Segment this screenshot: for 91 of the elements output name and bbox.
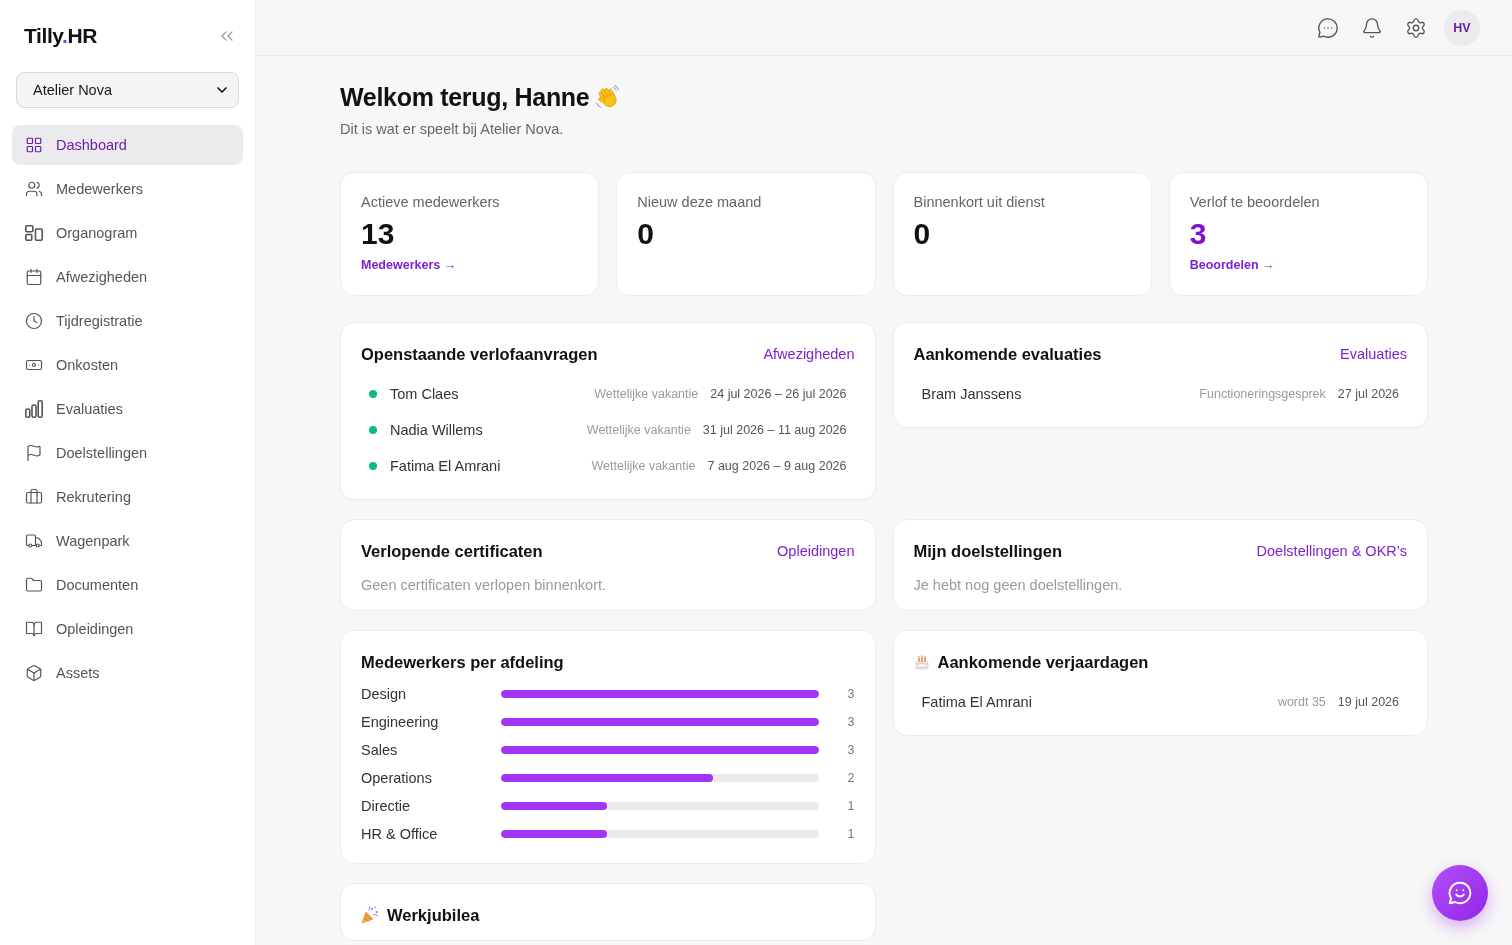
empty-message: Geen certificaten verlopen binnenkort. (361, 576, 608, 595)
stat-link[interactable]: Medewerkers → (361, 258, 457, 272)
employee-name: Nadia Willems (390, 422, 484, 438)
welcome-subtitle: Dit is wat er speelt bij Atelier Nova. (340, 120, 565, 139)
employee-count: 1 (846, 827, 855, 841)
sidebar-item[interactable]: Doelstellingen (12, 433, 243, 473)
employee-count: 2 (846, 771, 855, 785)
card-title: Verlopende certificaten (361, 541, 543, 561)
employee-name: Fatima El Amrani (921, 694, 1033, 710)
leave-type: Wettelijke vakantie (586, 423, 691, 437)
company-select[interactable]: Atelier Nova (16, 72, 239, 108)
calendar-icon (25, 268, 43, 286)
section-link[interactable]: Opleidingen (777, 543, 855, 559)
flag-icon (25, 444, 43, 462)
leave-type: Wettelijke vakantie (594, 387, 699, 401)
card-title: Aankomende verjaardagen (937, 652, 1149, 672)
org-chart-icon (25, 224, 43, 242)
sidebar-item[interactable]: Opleidingen (12, 609, 243, 649)
empty-message: Je hebt nog geen doelstellingen. (913, 576, 1124, 595)
card-title: Openstaande verlofaanvragen (361, 344, 598, 364)
card-title: Werkjubilea (387, 905, 480, 925)
department-name: Directie (361, 798, 412, 814)
leave-period: 31 jul 2026 – 11 aug 2026 (702, 423, 847, 437)
sidebar-item[interactable]: Afwezigheden (12, 257, 243, 297)
book-icon (25, 620, 43, 638)
department-name: HR & Office (361, 826, 439, 842)
users-icon (25, 180, 43, 198)
section-link[interactable]: Evaluaties (1340, 346, 1407, 362)
stat-link[interactable]: Beoordelen → (1189, 258, 1275, 272)
chat-fab[interactable] (1432, 865, 1488, 921)
stat-label: Nieuw deze maand (637, 193, 763, 212)
app-logo: Tilly.HR (24, 24, 98, 48)
section-link[interactable]: Doelstellingen & OKR’s (1256, 543, 1407, 559)
sidebar-item[interactable]: Organogram (12, 213, 243, 253)
sidebar-item[interactable]: Dashboard (12, 125, 243, 165)
truck-icon (25, 532, 43, 550)
stat-value: 3 (1189, 218, 1208, 250)
chat-bubble-icon (1317, 16, 1339, 39)
department-name: Engineering (361, 714, 440, 730)
department-name: Operations (361, 770, 433, 786)
status-dot-icon (369, 462, 377, 470)
employee-name: Tom Claes (390, 386, 460, 402)
employee-name: Bram Janssens (921, 386, 1023, 402)
stat-label: Binnenkort uit dienst (913, 193, 1046, 212)
card-title: Aankomende evaluaties (913, 344, 1102, 364)
employee-count: 3 (846, 687, 855, 701)
grid-icon (25, 136, 43, 154)
stat-value: 0 (913, 218, 932, 250)
sidebar-item[interactable]: Rekrutering (12, 477, 243, 517)
sidebar-item[interactable]: Onkosten (12, 345, 243, 385)
party-popper-icon (361, 906, 379, 924)
leave-period: 24 jul 2026 – 26 jul 2026 (710, 387, 847, 401)
waving-hand-icon (595, 84, 622, 110)
leave-period: 7 aug 2026 – 9 aug 2026 (707, 459, 847, 473)
department-name: Design (361, 686, 408, 702)
sidebar-item[interactable]: Documenten (12, 565, 243, 605)
stat-value: 13 (361, 218, 396, 250)
birthday-date: 19 jul 2026 (1337, 695, 1399, 709)
section-link[interactable]: Afwezigheden (763, 346, 855, 362)
department-name: Sales (361, 742, 399, 758)
briefcase-icon (25, 488, 43, 506)
user-avatar[interactable]: HV (1444, 9, 1480, 46)
birthday-age: wordt 35 (1277, 695, 1326, 709)
sidebar-item[interactable]: Tijdregistratie (12, 301, 243, 341)
stat-label: Actieve medewerkers (361, 193, 501, 212)
evaluation-date: 27 jul 2026 (1337, 387, 1399, 401)
bell-icon (1361, 16, 1383, 39)
status-dot-icon (369, 390, 377, 398)
folder-icon (25, 576, 43, 594)
settings-icon (1405, 16, 1427, 39)
evaluation-type: Functioneringsgesprek (1199, 387, 1326, 401)
clock-icon (25, 312, 43, 330)
stat-value: 0 (637, 218, 655, 250)
leave-type: Wettelijke vakantie (591, 459, 696, 473)
sidebar-item[interactable]: Wagenpark (12, 521, 243, 561)
employee-count: 3 (846, 743, 855, 757)
smiley-chat-icon (1447, 880, 1473, 906)
bar-chart-icon (25, 400, 43, 418)
stat-label: Verlof te beoordelen (1189, 193, 1321, 212)
card-title: Mijn doelstellingen (913, 541, 1062, 561)
employee-count: 3 (846, 715, 855, 729)
employee-name: Fatima El Amrani (390, 458, 502, 474)
status-dot-icon (369, 426, 377, 434)
sidebar-item[interactable]: Medewerkers (12, 169, 243, 209)
box-icon (25, 664, 43, 682)
cake-icon (913, 654, 930, 670)
sidebar-item[interactable]: Evaluaties (12, 389, 243, 429)
welcome-title: Welkom terug, Hanne (340, 82, 590, 113)
employee-count: 1 (846, 799, 855, 813)
sidebar-item[interactable]: Assets (12, 653, 243, 693)
card-title: Medewerkers per afdeling (361, 652, 564, 672)
